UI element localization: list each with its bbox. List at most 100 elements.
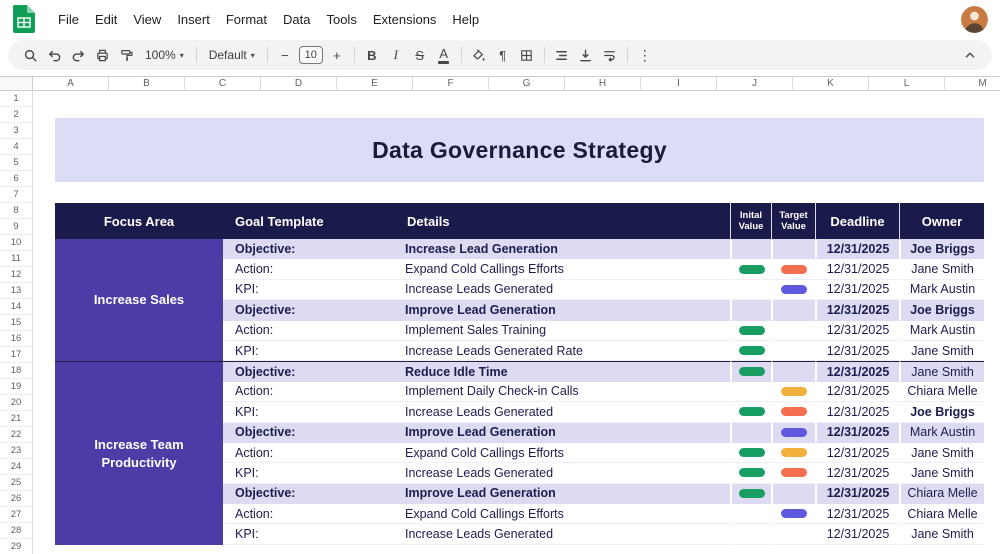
font-select[interactable]: Default ▾ — [202, 43, 262, 67]
sheets-logo-icon[interactable] — [12, 4, 36, 34]
deadline-cell[interactable]: 12/31/2025 — [815, 341, 899, 361]
owner-cell[interactable]: Jane Smith — [899, 443, 984, 463]
row-header-13[interactable]: 13 — [0, 283, 32, 299]
goal-label-cell[interactable]: Action: — [223, 443, 395, 463]
row-header-10[interactable]: 10 — [0, 235, 32, 251]
goal-label-cell[interactable]: Objective: — [223, 361, 395, 381]
row-header-18[interactable]: 18 — [0, 363, 32, 379]
target-value-cell[interactable] — [771, 382, 815, 402]
row-header-25[interactable]: 25 — [0, 475, 32, 491]
row-header-26[interactable]: 26 — [0, 491, 32, 507]
row-header-6[interactable]: 6 — [0, 171, 32, 187]
horizontal-align-icon[interactable] — [550, 43, 574, 67]
initial-value-cell[interactable] — [730, 382, 771, 402]
column-header-A[interactable]: A — [33, 76, 109, 91]
deadline-cell[interactable]: 12/31/2025 — [815, 382, 899, 402]
row-header-11[interactable]: 11 — [0, 251, 32, 267]
zoom-select[interactable]: 100% ▾ — [138, 43, 191, 67]
menu-item-help[interactable]: Help — [444, 8, 487, 31]
row-header-12[interactable]: 12 — [0, 267, 32, 283]
deadline-cell[interactable]: 12/31/2025 — [815, 524, 899, 544]
initial-value-cell[interactable] — [730, 280, 771, 300]
owner-cell[interactable]: Mark Austin — [899, 280, 984, 300]
target-value-cell[interactable] — [771, 484, 815, 504]
initial-value-cell[interactable] — [730, 443, 771, 463]
borders-icon[interactable] — [515, 43, 539, 67]
undo-icon[interactable] — [42, 43, 66, 67]
deadline-cell[interactable]: 12/31/2025 — [815, 361, 899, 381]
print-icon[interactable] — [90, 43, 114, 67]
italic-button[interactable]: I — [384, 43, 408, 67]
column-header-M[interactable]: M — [945, 76, 1000, 91]
column-header-C[interactable]: C — [185, 76, 261, 91]
initial-value-cell[interactable] — [730, 484, 771, 504]
goal-label-cell[interactable]: Objective: — [223, 484, 395, 504]
deadline-cell[interactable]: 12/31/2025 — [815, 239, 899, 259]
initial-value-cell[interactable] — [730, 361, 771, 381]
owner-cell[interactable]: Joe Briggs — [899, 300, 984, 320]
collapse-toolbar-icon[interactable] — [958, 43, 982, 67]
target-value-cell[interactable] — [771, 504, 815, 524]
initial-value-cell[interactable] — [730, 239, 771, 259]
deadline-cell[interactable]: 12/31/2025 — [815, 504, 899, 524]
text-wrap-icon[interactable] — [598, 43, 622, 67]
owner-cell[interactable]: Jane Smith — [899, 524, 984, 544]
goal-label-cell[interactable]: Objective: — [223, 239, 395, 259]
details-cell[interactable]: Increase Leads Generated Rate — [395, 341, 730, 361]
target-value-cell[interactable] — [771, 463, 815, 483]
details-cell[interactable]: Expand Cold Callings Efforts — [395, 504, 730, 524]
initial-value-cell[interactable] — [730, 524, 771, 544]
menu-item-file[interactable]: File — [50, 8, 87, 31]
column-header-L[interactable]: L — [869, 76, 945, 91]
row-header-1[interactable]: 1 — [0, 91, 32, 107]
initial-value-cell[interactable] — [730, 321, 771, 341]
target-value-cell[interactable] — [771, 402, 815, 422]
row-header-5[interactable]: 5 — [0, 155, 32, 171]
goal-label-cell[interactable]: KPI: — [223, 341, 395, 361]
target-value-cell[interactable] — [771, 239, 815, 259]
goal-label-cell[interactable]: KPI: — [223, 524, 395, 544]
strikethrough-button[interactable]: S — [408, 43, 432, 67]
table-header-owner[interactable]: Owner — [899, 203, 984, 239]
row-header-16[interactable]: 16 — [0, 331, 32, 347]
table-header-details[interactable]: Details — [395, 203, 730, 239]
column-header-G[interactable]: G — [489, 76, 565, 91]
initial-value-cell[interactable] — [730, 463, 771, 483]
details-cell[interactable]: Improve Lead Generation — [395, 423, 730, 443]
spreadsheet-canvas[interactable]: Data Governance Strategy Focus AreaGoal … — [33, 91, 1000, 554]
menu-item-insert[interactable]: Insert — [169, 8, 218, 31]
goal-label-cell[interactable]: KPI: — [223, 402, 395, 422]
initial-value-cell[interactable] — [730, 259, 771, 279]
menu-item-extensions[interactable]: Extensions — [365, 8, 445, 31]
vertical-align-icon[interactable] — [574, 43, 598, 67]
owner-cell[interactable]: Chiara Melle — [899, 504, 984, 524]
redo-icon[interactable] — [66, 43, 90, 67]
row-header-7[interactable]: 7 — [0, 187, 32, 203]
row-header-8[interactable]: 8 — [0, 203, 32, 219]
target-value-cell[interactable] — [771, 361, 815, 381]
deadline-cell[interactable]: 12/31/2025 — [815, 443, 899, 463]
initial-value-cell[interactable] — [730, 402, 771, 422]
row-header-24[interactable]: 24 — [0, 459, 32, 475]
row-header-20[interactable]: 20 — [0, 395, 32, 411]
deadline-cell[interactable]: 12/31/2025 — [815, 423, 899, 443]
table-header-target-value[interactable]: Target Value — [771, 203, 815, 239]
initial-value-cell[interactable] — [730, 423, 771, 443]
target-value-cell[interactable] — [771, 259, 815, 279]
details-cell[interactable]: Implement Sales Training — [395, 321, 730, 341]
target-value-cell[interactable] — [771, 341, 815, 361]
paragraph-icon[interactable]: ¶ — [491, 43, 515, 67]
row-header-22[interactable]: 22 — [0, 427, 32, 443]
deadline-cell[interactable]: 12/31/2025 — [815, 463, 899, 483]
column-header-H[interactable]: H — [565, 76, 641, 91]
row-header-15[interactable]: 15 — [0, 315, 32, 331]
column-header-D[interactable]: D — [261, 76, 337, 91]
table-header-goal-template[interactable]: Goal Template — [223, 203, 395, 239]
bold-button[interactable]: B — [360, 43, 384, 67]
details-cell[interactable]: Increase Lead Generation — [395, 239, 730, 259]
target-value-cell[interactable] — [771, 524, 815, 544]
deadline-cell[interactable]: 12/31/2025 — [815, 321, 899, 341]
text-color-button[interactable]: A — [432, 43, 456, 67]
goal-label-cell[interactable]: Objective: — [223, 300, 395, 320]
menu-item-tools[interactable]: Tools — [318, 8, 364, 31]
